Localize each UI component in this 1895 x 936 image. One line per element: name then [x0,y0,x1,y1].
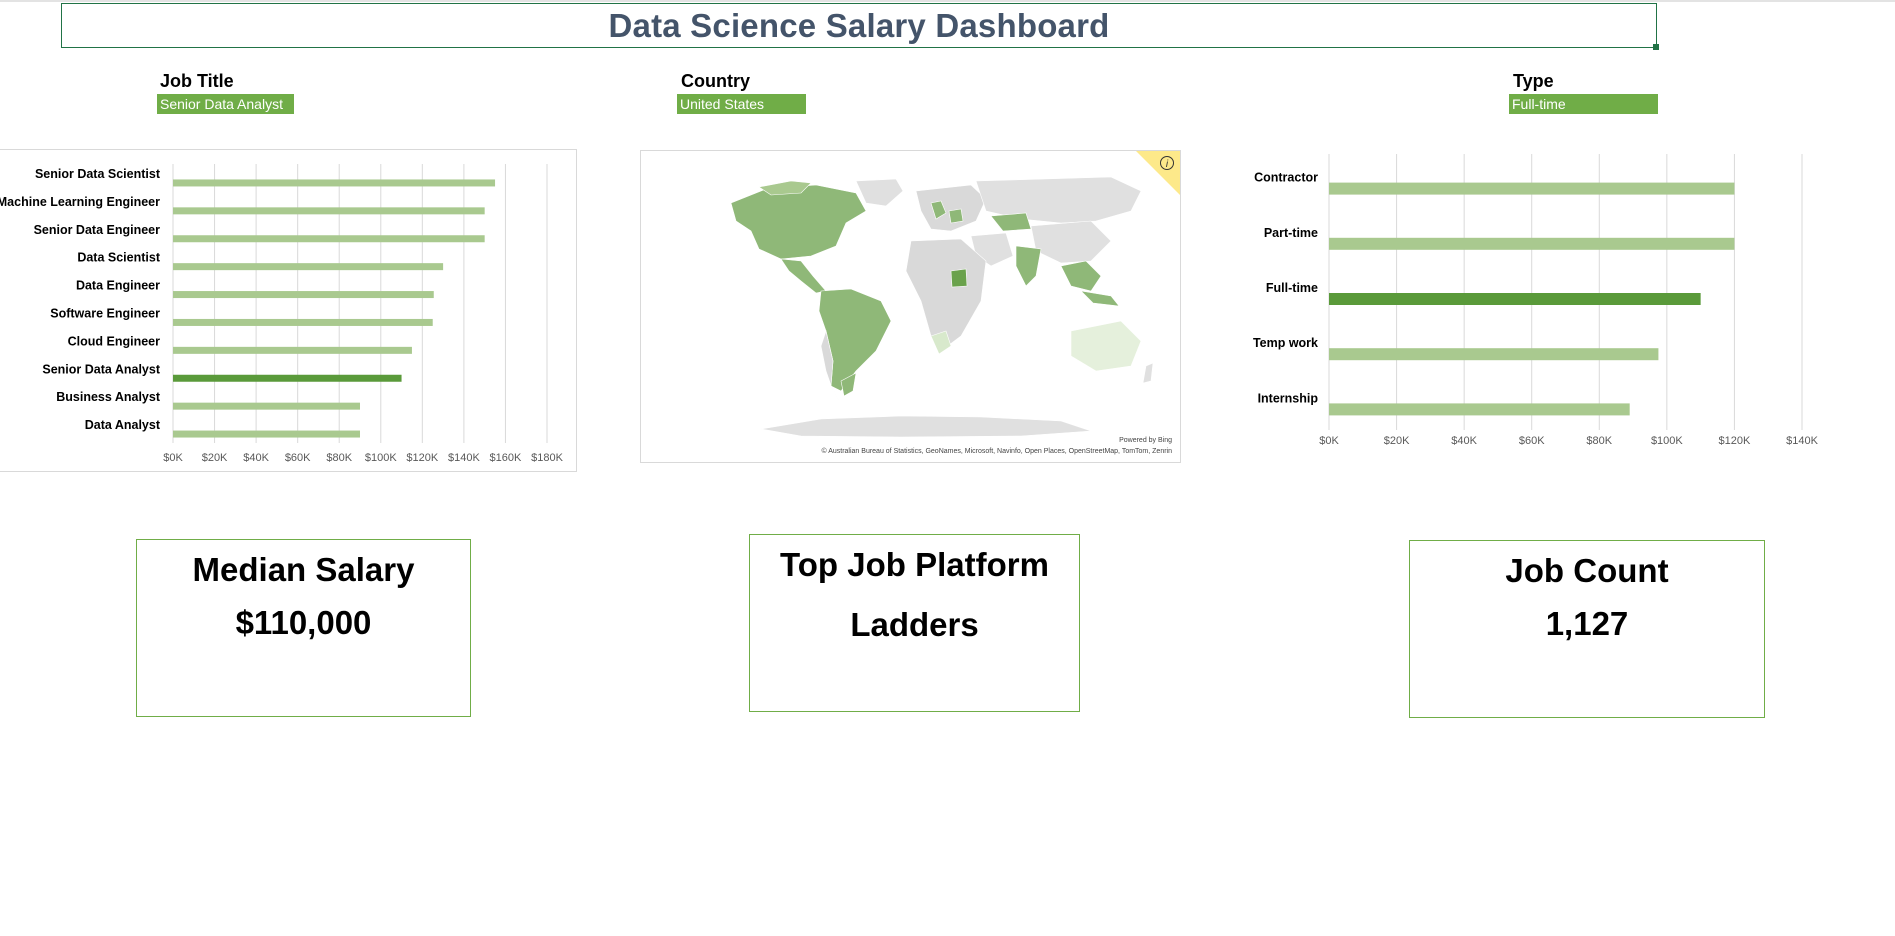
median-salary-title: Median Salary [192,551,415,588]
median-salary-card[interactable]: Median Salary $110,000 [136,539,471,717]
africa-highlight [950,268,968,288]
x-tick-label: $20K [202,452,228,464]
greenland-region [855,178,904,207]
antarctica-region [760,415,1092,438]
europe-region [915,184,987,232]
top-job-platform-card[interactable]: Top Job Platform Ladders [749,534,1080,712]
map-powered-by: Powered by Bing [1119,437,1172,444]
bar-business-analyst [173,402,360,410]
median-salary-value: $110,000 [235,604,372,641]
resize-handle[interactable] [1653,44,1659,50]
china-region [1030,220,1112,264]
central-america-region [780,258,827,294]
bar-contractor [1329,182,1735,195]
category-label: Cloud Engineer [68,334,161,348]
job-title-filter-label: Job Title [160,71,234,91]
category-label: Internship [1258,391,1319,405]
world-map: i [730,151,1180,438]
bar-senior-data-engineer [173,235,485,243]
bar-data-analyst [173,430,360,438]
job-title-salary-chart[interactable]: $0K $20K $40K $60K $80K $100K $120K $140K $160K $… [0,149,577,472]
category-label: Temp work [1253,336,1318,350]
x-tick-label: $100K [1651,435,1683,447]
australia-region [1070,320,1142,372]
category-label: Senior Data Engineer [34,223,161,237]
bar-full-time [1329,293,1701,305]
job-count-card[interactable]: Job Count 1,127 [1409,540,1765,718]
top-job-platform-title: Top Job Platform [780,546,1049,583]
x-tick-label: $140K [448,452,480,464]
category-label: Software Engineer [50,306,160,320]
country-filter-value[interactable]: United States [677,94,806,114]
x-tick-label: $120K [406,452,438,464]
map-attribution: © Australian Bureau of Statistics, GeoNa… [821,448,1172,455]
category-label: Contractor [1254,171,1318,185]
bar-internship [1329,403,1630,416]
x-tick-label: $180K [531,452,563,464]
bar-senior-data-analyst [173,374,402,382]
kazakhstan-region [990,212,1032,232]
bar-part-time [1329,237,1735,250]
category-label: Data Engineer [76,279,160,293]
job-title-filter-value[interactable]: Senior Data Analyst [157,94,294,114]
job-count-title: Job Count [1505,552,1669,589]
bar-temp-work [1329,348,1659,361]
x-tick-label: $120K [1719,435,1751,447]
category-label: Data Scientist [77,251,161,265]
x-tick-label: $40K [243,452,269,464]
north-america-region [730,184,867,260]
bar-data-scientist [173,263,444,271]
salary-map-chart[interactable]: i Powered by Bing © Australian Bureau of… [640,150,1181,463]
category-label: Business Analyst [56,390,161,404]
category-label: Data Analyst [85,418,161,432]
x-tick-label: $60K [1519,435,1545,447]
x-tick-label: $80K [326,452,352,464]
job-title-salary-chart-svg: $0K $20K $40K $60K $80K $100K $120K $140K $160K $… [0,164,564,464]
x-tick-label: $140K [1786,435,1818,447]
job-type-salary-chart[interactable]: $0K $20K $40K $60K $80K $100K $120K $140K Contra… [1232,150,1852,455]
type-filter-value[interactable]: Full-time [1509,94,1658,114]
x-tick-label: $160K [490,452,522,464]
bar-senior-data-scientist [173,179,496,187]
x-tick-label: $100K [365,452,397,464]
x-tick-label: $0K [163,452,183,464]
job-type-salary-chart-svg: $0K $20K $40K $60K $80K $100K $120K $140K Contra… [1253,154,1819,447]
sheet-top-border [0,0,1895,2]
category-label: Senior Data Analyst [42,362,160,376]
top-job-platform-value: Ladders [850,606,979,643]
job-count-value: 1,127 [1545,605,1629,642]
bar-software-engineer [173,318,433,326]
indonesia-region [1080,290,1120,307]
type-filter-label: Type [1513,71,1554,91]
x-tick-label: $80K [1586,435,1612,447]
info-corner [1136,151,1180,195]
bar-machine-learning-engineer [173,207,485,215]
bar-data-engineer [173,291,434,299]
new-zealand-region [1142,362,1154,384]
country-filter-label: Country [681,71,750,91]
x-tick-label: $60K [285,452,311,464]
category-label: Full-time [1266,281,1318,295]
page-title: Data Science Salary Dashboard [608,6,1110,44]
title-textbox[interactable]: Data Science Salary Dashboard [61,3,1659,50]
x-tick-label: $20K [1384,435,1410,447]
category-label: Senior Data Scientist [35,167,161,181]
india-region [1015,245,1042,287]
x-tick-label: $40K [1451,435,1477,447]
x-tick-label: $0K [1319,435,1339,447]
bar-cloud-engineer [173,346,412,354]
category-label: Part-time [1264,226,1318,240]
europe-highlight-2 [948,208,964,224]
category-label: Machine Learning Engineer [0,195,160,209]
southeast-asia-region [1060,260,1102,292]
